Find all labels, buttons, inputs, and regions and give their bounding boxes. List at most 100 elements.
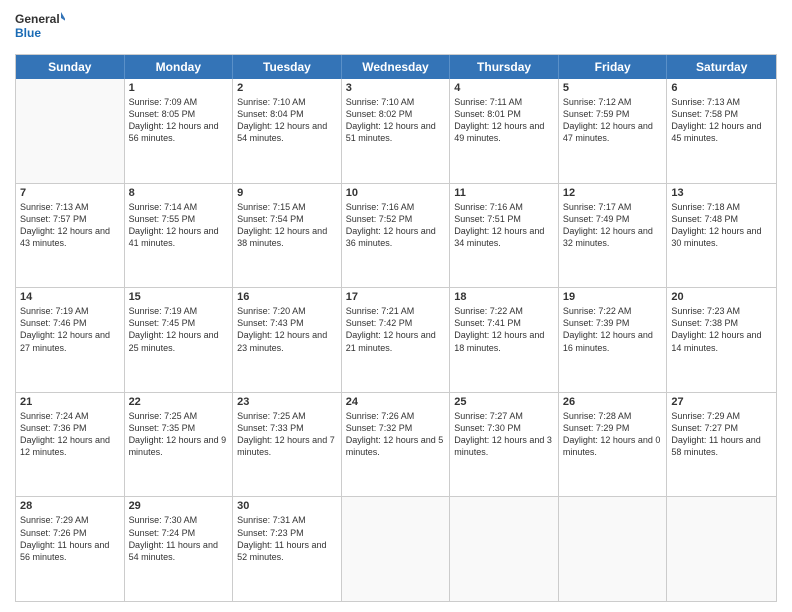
cell-info: Sunrise: 7:22 AMSunset: 7:41 PMDaylight:…	[454, 305, 554, 354]
header-day-sunday: Sunday	[16, 55, 125, 79]
cal-cell-1-4: 11 Sunrise: 7:16 AMSunset: 7:51 PMDayligh…	[450, 184, 559, 288]
cal-cell-2-2: 16 Sunrise: 7:20 AMSunset: 7:43 PMDayligh…	[233, 288, 342, 392]
day-number: 8	[129, 187, 229, 199]
cal-cell-3-2: 23 Sunrise: 7:25 AMSunset: 7:33 PMDayligh…	[233, 393, 342, 497]
cell-info: Sunrise: 7:10 AMSunset: 8:02 PMDaylight:…	[346, 96, 446, 145]
day-number: 18	[454, 291, 554, 303]
cal-cell-1-3: 10 Sunrise: 7:16 AMSunset: 7:52 PMDayligh…	[342, 184, 451, 288]
cal-cell-4-0: 28 Sunrise: 7:29 AMSunset: 7:26 PMDayligh…	[16, 497, 125, 601]
logo-svg: General Blue	[15, 10, 65, 46]
day-number: 30	[237, 500, 337, 512]
day-number: 23	[237, 396, 337, 408]
cell-info: Sunrise: 7:11 AMSunset: 8:01 PMDaylight:…	[454, 96, 554, 145]
day-number: 15	[129, 291, 229, 303]
day-number: 16	[237, 291, 337, 303]
cell-info: Sunrise: 7:26 AMSunset: 7:32 PMDaylight:…	[346, 410, 446, 459]
cal-cell-1-2: 9Sunrise: 7:15 AMSunset: 7:54 PMDaylight…	[233, 184, 342, 288]
day-number: 26	[563, 396, 663, 408]
day-number: 24	[346, 396, 446, 408]
day-number: 3	[346, 82, 446, 94]
cell-info: Sunrise: 7:10 AMSunset: 8:04 PMDaylight:…	[237, 96, 337, 145]
cell-info: Sunrise: 7:23 AMSunset: 7:38 PMDaylight:…	[671, 305, 772, 354]
calendar-row-0: 1Sunrise: 7:09 AMSunset: 8:05 PMDaylight…	[16, 79, 776, 184]
cal-cell-3-6: 27 Sunrise: 7:29 AMSunset: 7:27 PMDayligh…	[667, 393, 776, 497]
header: General Blue	[15, 10, 777, 46]
day-number: 13	[671, 187, 772, 199]
calendar-row-4: 28 Sunrise: 7:29 AMSunset: 7:26 PMDayligh…	[16, 497, 776, 601]
day-number: 17	[346, 291, 446, 303]
cell-info: Sunrise: 7:25 AMSunset: 7:33 PMDaylight:…	[237, 410, 337, 459]
cal-cell-0-1: 1Sunrise: 7:09 AMSunset: 8:05 PMDaylight…	[125, 79, 234, 183]
header-day-saturday: Saturday	[667, 55, 776, 79]
cal-cell-4-1: 29Sunrise: 7:30 AMSunset: 7:24 PMDayligh…	[125, 497, 234, 601]
cal-cell-4-6	[667, 497, 776, 601]
cell-info: Sunrise: 7:29 AMSunset: 7:26 PMDaylight:…	[20, 514, 120, 563]
cell-info: Sunrise: 7:25 AMSunset: 7:35 PMDaylight:…	[129, 410, 229, 459]
calendar-header-row: SundayMondayTuesdayWednesdayThursdayFrid…	[16, 55, 776, 79]
calendar-body: 1Sunrise: 7:09 AMSunset: 8:05 PMDaylight…	[16, 79, 776, 601]
header-day-thursday: Thursday	[450, 55, 559, 79]
page: General Blue SundayMondayTuesdayWednesda…	[0, 0, 792, 612]
cell-info: Sunrise: 7:14 AMSunset: 7:55 PMDaylight:…	[129, 201, 229, 250]
cell-info: Sunrise: 7:09 AMSunset: 8:05 PMDaylight:…	[129, 96, 229, 145]
day-number: 9	[237, 187, 337, 199]
day-number: 27	[671, 396, 772, 408]
day-number: 20	[671, 291, 772, 303]
cell-info: Sunrise: 7:29 AMSunset: 7:27 PMDaylight:…	[671, 410, 772, 459]
cal-cell-0-4: 4 Sunrise: 7:11 AMSunset: 8:01 PMDaylight…	[450, 79, 559, 183]
day-number: 11	[454, 187, 554, 199]
cell-info: Sunrise: 7:28 AMSunset: 7:29 PMDaylight:…	[563, 410, 663, 459]
cal-cell-3-4: 25 Sunrise: 7:27 AMSunset: 7:30 PMDayligh…	[450, 393, 559, 497]
cell-info: Sunrise: 7:21 AMSunset: 7:42 PMDaylight:…	[346, 305, 446, 354]
day-number: 28	[20, 500, 120, 512]
cell-info: Sunrise: 7:31 AMSunset: 7:23 PMDaylight:…	[237, 514, 337, 563]
cal-cell-1-0: 7 Sunrise: 7:13 AMSunset: 7:57 PMDaylight…	[16, 184, 125, 288]
header-day-friday: Friday	[559, 55, 668, 79]
day-number: 7	[20, 187, 120, 199]
cell-info: Sunrise: 7:24 AMSunset: 7:36 PMDaylight:…	[20, 410, 120, 459]
day-number: 6	[671, 82, 772, 94]
calendar-row-1: 7 Sunrise: 7:13 AMSunset: 7:57 PMDaylight…	[16, 184, 776, 289]
cal-cell-1-1: 8 Sunrise: 7:14 AMSunset: 7:55 PMDaylight…	[125, 184, 234, 288]
cal-cell-1-6: 13 Sunrise: 7:18 AMSunset: 7:48 PMDayligh…	[667, 184, 776, 288]
day-number: 21	[20, 396, 120, 408]
header-day-tuesday: Tuesday	[233, 55, 342, 79]
cell-info: Sunrise: 7:12 AMSunset: 7:59 PMDaylight:…	[563, 96, 663, 145]
day-number: 14	[20, 291, 120, 303]
cal-cell-1-5: 12Sunrise: 7:17 AMSunset: 7:49 PMDayligh…	[559, 184, 668, 288]
svg-text:General: General	[15, 12, 60, 26]
svg-text:Blue: Blue	[15, 26, 41, 40]
calendar-row-2: 14Sunrise: 7:19 AMSunset: 7:46 PMDayligh…	[16, 288, 776, 393]
calendar: SundayMondayTuesdayWednesdayThursdayFrid…	[15, 54, 777, 602]
cal-cell-2-4: 18 Sunrise: 7:22 AMSunset: 7:41 PMDayligh…	[450, 288, 559, 392]
cell-info: Sunrise: 7:20 AMSunset: 7:43 PMDaylight:…	[237, 305, 337, 354]
cal-cell-0-0	[16, 79, 125, 183]
cal-cell-4-2: 30 Sunrise: 7:31 AMSunset: 7:23 PMDayligh…	[233, 497, 342, 601]
calendar-row-3: 21 Sunrise: 7:24 AMSunset: 7:36 PMDayligh…	[16, 393, 776, 498]
cal-cell-3-0: 21 Sunrise: 7:24 AMSunset: 7:36 PMDayligh…	[16, 393, 125, 497]
day-number: 10	[346, 187, 446, 199]
cell-info: Sunrise: 7:13 AMSunset: 7:57 PMDaylight:…	[20, 201, 120, 250]
cell-info: Sunrise: 7:27 AMSunset: 7:30 PMDaylight:…	[454, 410, 554, 459]
cal-cell-2-1: 15 Sunrise: 7:19 AMSunset: 7:45 PMDayligh…	[125, 288, 234, 392]
day-number: 2	[237, 82, 337, 94]
cell-info: Sunrise: 7:16 AMSunset: 7:51 PMDaylight:…	[454, 201, 554, 250]
logo: General Blue	[15, 10, 65, 46]
cal-cell-0-6: 6Sunrise: 7:13 AMSunset: 7:58 PMDaylight…	[667, 79, 776, 183]
header-day-wednesday: Wednesday	[342, 55, 451, 79]
cal-cell-4-5	[559, 497, 668, 601]
cell-info: Sunrise: 7:18 AMSunset: 7:48 PMDaylight:…	[671, 201, 772, 250]
cell-info: Sunrise: 7:19 AMSunset: 7:45 PMDaylight:…	[129, 305, 229, 354]
day-number: 25	[454, 396, 554, 408]
cal-cell-2-6: 20 Sunrise: 7:23 AMSunset: 7:38 PMDayligh…	[667, 288, 776, 392]
cal-cell-3-5: 26 Sunrise: 7:28 AMSunset: 7:29 PMDayligh…	[559, 393, 668, 497]
day-number: 4	[454, 82, 554, 94]
cal-cell-2-0: 14Sunrise: 7:19 AMSunset: 7:46 PMDayligh…	[16, 288, 125, 392]
cell-info: Sunrise: 7:22 AMSunset: 7:39 PMDaylight:…	[563, 305, 663, 354]
cal-cell-0-2: 2 Sunrise: 7:10 AMSunset: 8:04 PMDaylight…	[233, 79, 342, 183]
day-number: 5	[563, 82, 663, 94]
day-number: 22	[129, 396, 229, 408]
cell-info: Sunrise: 7:16 AMSunset: 7:52 PMDaylight:…	[346, 201, 446, 250]
header-day-monday: Monday	[125, 55, 234, 79]
day-number: 19	[563, 291, 663, 303]
